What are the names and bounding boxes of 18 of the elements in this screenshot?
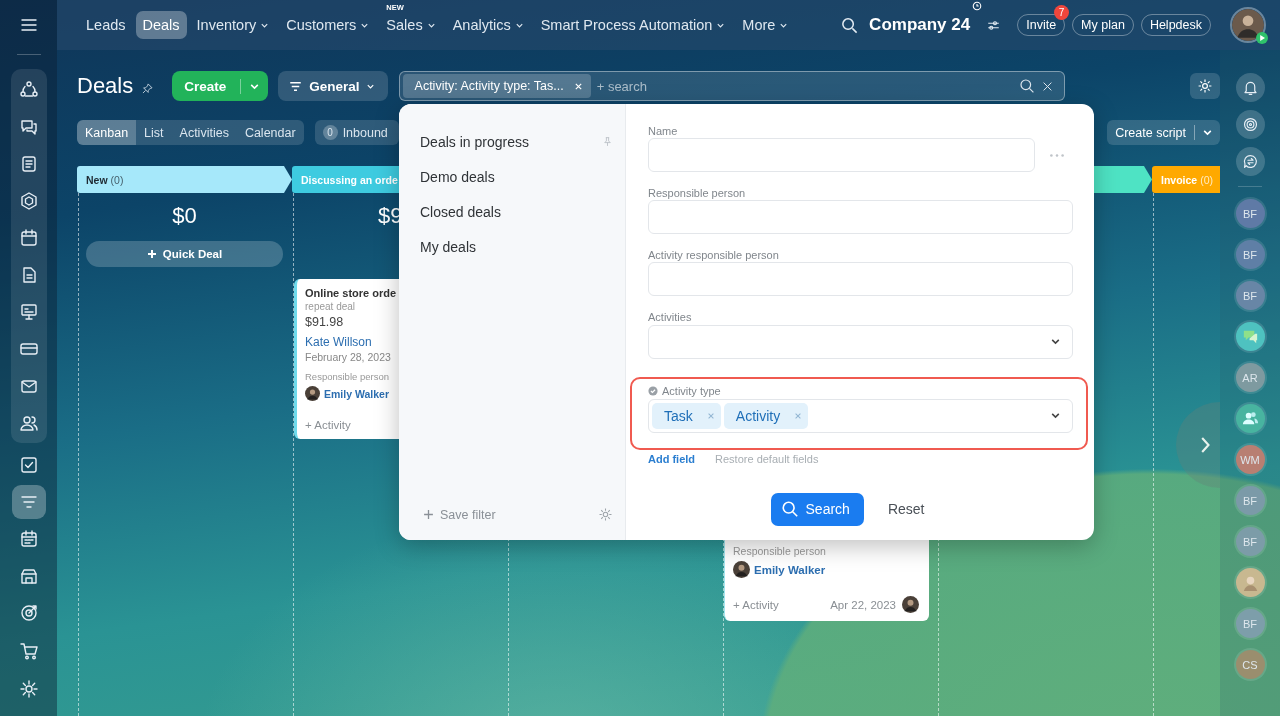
deal-date: February 28, 2023 — [305, 351, 392, 363]
field-label: Responsible person — [648, 186, 747, 200]
notification-count: 7 — [1054, 5, 1070, 20]
field-label: Activity responsible person — [648, 248, 780, 262]
activity-date: Apr 22, 2023 — [830, 598, 896, 611]
company-name: Company 24 — [869, 15, 971, 35]
field-label: Activities — [648, 310, 693, 324]
stage-total: $0 — [171, 203, 198, 229]
deal-subtitle: repeat deal — [305, 301, 357, 312]
page-title: Deals — [77, 73, 134, 99]
field-label: Name — [648, 124, 679, 137]
field-label: Activity type — [648, 384, 1073, 398]
inbound-label: Inbound — [342, 125, 388, 140]
inbound-count: 0 — [322, 125, 338, 140]
deal-amount: $91.98 — [305, 315, 345, 329]
field-label: Responsible person — [733, 545, 827, 557]
search-placeholder: + search — [596, 78, 648, 94]
field-label: Responsible person — [305, 371, 390, 382]
